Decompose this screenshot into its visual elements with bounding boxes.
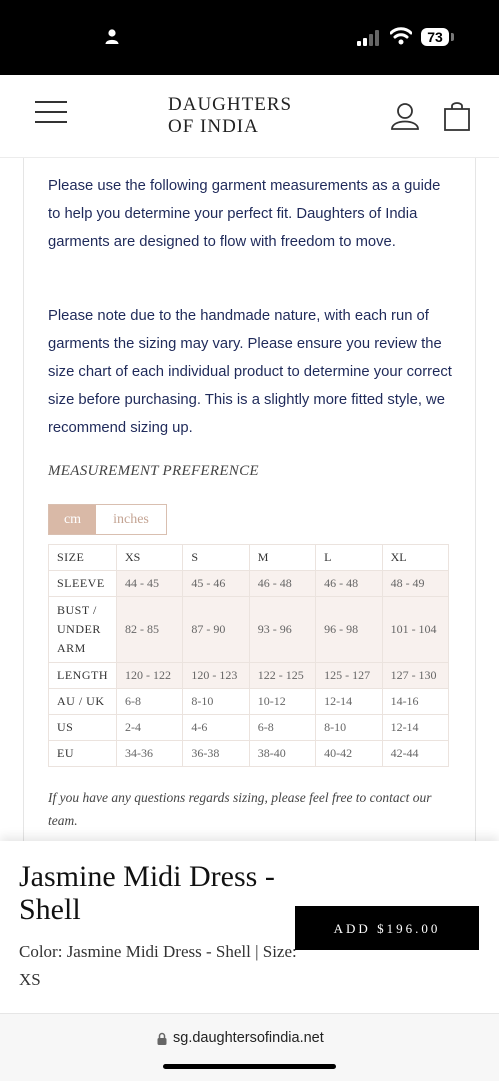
column-header: SIZE (48, 544, 117, 571)
bag-icon[interactable] (443, 102, 471, 132)
table-cell: 46 - 48 (315, 570, 383, 597)
table-cell: 10-12 (248, 688, 317, 715)
column-header: L (315, 544, 383, 571)
status-time: 1:13 (60, 24, 103, 47)
table-cell: 101 - 104 (381, 596, 450, 663)
column-header: S (182, 544, 250, 571)
product-title: Jasmine Midi Dress - Shell (19, 860, 275, 926)
column-header: M (248, 544, 317, 571)
row-label: SLEEVE (48, 570, 117, 597)
person-icon (105, 29, 119, 44)
unit-cm-button[interactable]: cm (49, 505, 96, 534)
site-logo[interactable]: DAUGHTERS OF INDIA (168, 94, 292, 138)
table-cell: 34-36 (115, 740, 184, 767)
table-row: AU / UK 6-8 8-10 10-12 12-14 14-16 (48, 688, 450, 715)
intro-paragraph: Please use the following garment measure… (48, 178, 441, 250)
menu-icon[interactable] (35, 100, 67, 124)
user-icon[interactable] (390, 102, 420, 130)
table-cell: 44 - 45 (115, 570, 184, 597)
table-cell: 38-40 (248, 740, 317, 767)
browser-url-bar[interactable] (0, 1013, 499, 1081)
table-cell: 96 - 98 (315, 596, 383, 663)
table-cell: 127 - 130 (381, 662, 450, 689)
table-cell: 14-16 (381, 688, 450, 715)
product-variant: Color: Jasmine Midi Dress - Shell | Size… (19, 942, 297, 989)
unit-toggle: cm inches (48, 504, 167, 535)
table-cell: 8-10 (315, 714, 383, 741)
signal-icon (357, 30, 379, 46)
table-cell: 8-10 (182, 688, 250, 715)
table-row: SLEEVE 44 - 45 45 - 46 46 - 48 46 - 48 4… (48, 570, 450, 597)
measurement-preference-heading: MEASUREMENT PREFERENCE (48, 463, 259, 479)
table-cell: 40-42 (315, 740, 383, 767)
battery-tip (451, 33, 454, 41)
add-to-cart-button[interactable]: ADD $196.00 (295, 906, 479, 950)
sizing-note-paragraph: Please note due to the handmade nature, … (48, 308, 452, 436)
contact-note: If you have any questions regards sizing… (48, 790, 432, 828)
column-header: XS (115, 544, 184, 571)
table-cell: 125 - 127 (315, 662, 383, 689)
row-label: US (48, 714, 117, 741)
table-cell: 120 - 123 (182, 662, 250, 689)
table-cell: 48 - 49 (381, 570, 450, 597)
row-label: AU / UK (48, 688, 117, 715)
table-row: BUST / UNDER ARM 82 - 85 87 - 90 93 - 96… (48, 596, 450, 663)
table-cell: 36-38 (182, 740, 250, 767)
battery-indicator: 73 (421, 28, 449, 46)
table-cell: 122 - 125 (248, 662, 317, 689)
table-cell: 6-8 (248, 714, 317, 741)
url-text[interactable]: sg.daughtersofindia.net (173, 1030, 324, 1046)
table-cell: 46 - 48 (248, 570, 317, 597)
size-chart-table: SIZE XS S M L XL SLEEVE 44 - 45 45 - 46 … (48, 544, 450, 767)
row-label: LENGTH (48, 662, 117, 689)
lock-icon (157, 1032, 167, 1045)
table-cell: 4-6 (182, 714, 250, 741)
wifi-icon (390, 27, 412, 45)
table-cell: 2-4 (115, 714, 184, 741)
row-label: EU (48, 740, 117, 767)
table-cell: 120 - 122 (115, 662, 184, 689)
table-cell: 93 - 96 (248, 596, 317, 663)
logo-line2: OF INDIA (168, 116, 259, 137)
unit-inches-button[interactable]: inches (96, 505, 166, 534)
table-row: EU 34-36 36-38 38-40 40-42 42-44 (48, 740, 450, 767)
logo-line1: DAUGHTERS (168, 94, 293, 115)
table-row: US 2-4 4-6 6-8 8-10 12-14 (48, 714, 450, 741)
table-cell: 6-8 (115, 688, 184, 715)
column-header: XL (381, 544, 450, 571)
home-indicator (163, 1064, 336, 1069)
table-header-row: SIZE XS S M L XL (48, 544, 450, 571)
table-cell: 45 - 46 (182, 570, 250, 597)
table-cell: 87 - 90 (182, 596, 250, 663)
table-cell: 12-14 (381, 714, 450, 741)
table-cell: 82 - 85 (115, 596, 184, 663)
table-cell: 42-44 (381, 740, 450, 767)
table-cell: 12-14 (315, 688, 383, 715)
row-label: BUST / UNDER ARM (48, 596, 117, 663)
table-row: LENGTH 120 - 122 120 - 123 122 - 125 125… (48, 662, 450, 689)
